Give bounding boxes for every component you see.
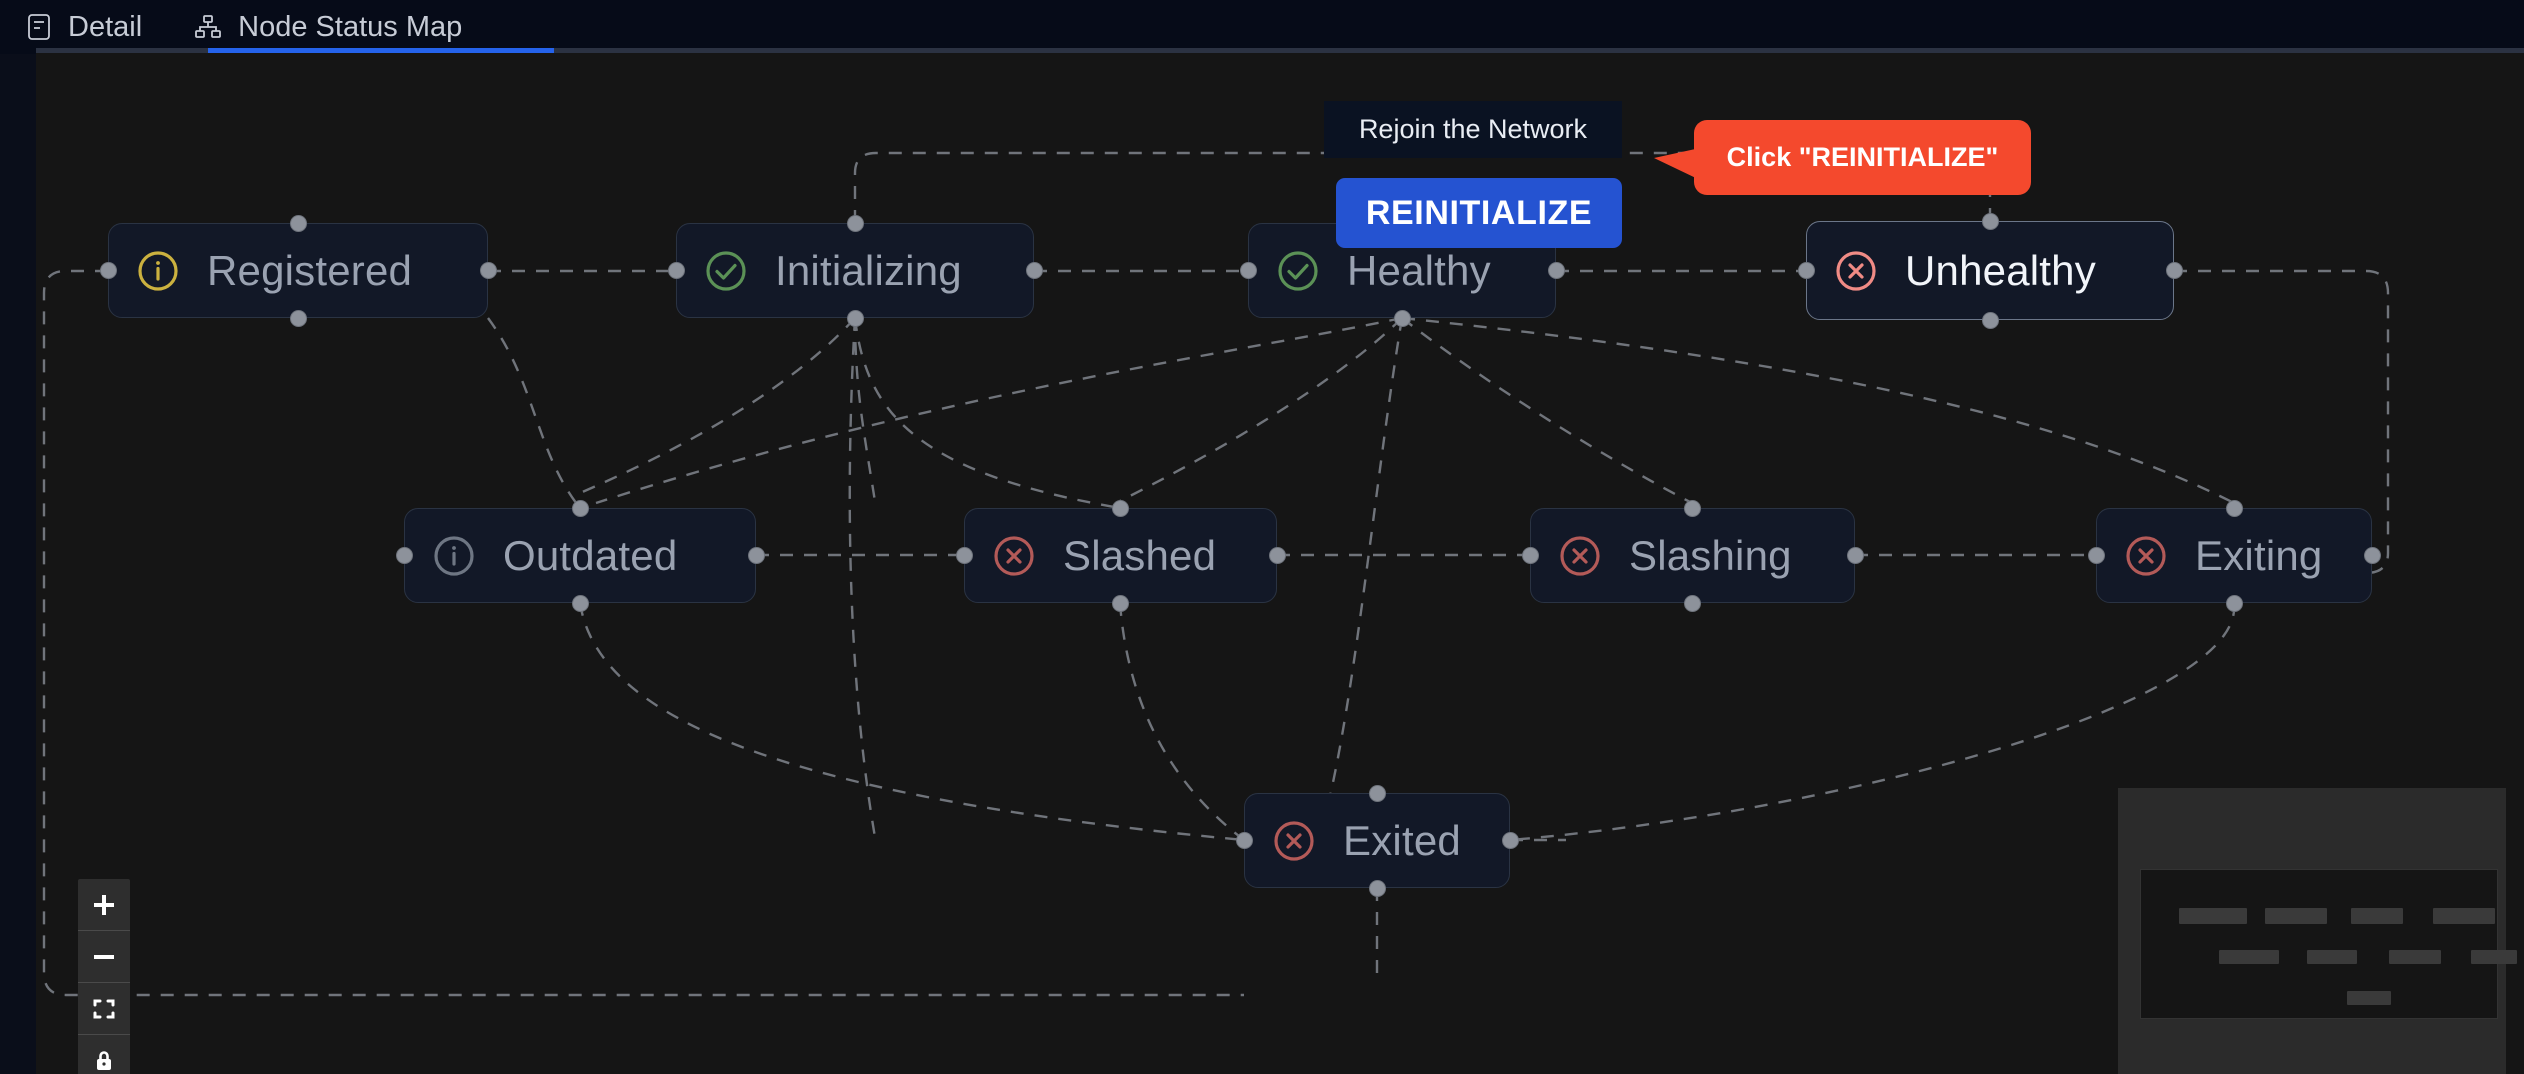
handle-slashing-left[interactable] [1521, 547, 1539, 564]
handle-registered-bottom[interactable] [289, 309, 307, 327]
minus-icon [94, 954, 114, 959]
handle-slashed-bottom[interactable] [1112, 594, 1129, 612]
x-circle-icon [1271, 818, 1317, 864]
handle-registered-top[interactable] [289, 214, 307, 232]
node-outdated-label: Outdated [503, 531, 678, 579]
handle-outdated-top[interactable] [571, 499, 589, 517]
handle-healthy-right[interactable] [1547, 262, 1565, 279]
instruction-callout-label: Click "REINITIALIZE" [1726, 142, 1999, 172]
minimap-node-1-1 [2307, 950, 2357, 964]
handle-exited-right[interactable] [1501, 832, 1519, 849]
x-circle-icon [991, 533, 1037, 579]
handle-slashed-left[interactable] [955, 547, 973, 564]
minimap[interactable] [2118, 788, 2517, 1074]
handle-exited-bottom[interactable] [1368, 879, 1386, 897]
handle-unhealthy-bottom[interactable] [1981, 311, 1999, 329]
node-healthy-label: Healthy [1347, 246, 1491, 294]
handle-outdated-bottom[interactable] [571, 594, 589, 612]
minimap-node-1-0 [2219, 950, 2279, 964]
minimap-node-2-0 [2347, 991, 2391, 1005]
node-exiting-label: Exiting [2195, 531, 2323, 579]
tab-detail[interactable]: Detail [0, 0, 168, 54]
minimap-node-1-2 [2389, 950, 2441, 964]
handle-slashed-right[interactable] [1268, 547, 1286, 564]
node-exiting[interactable]: Exiting [2096, 508, 2372, 603]
node-outdated[interactable]: Outdated [404, 508, 756, 603]
minimap-node-1-3 [2471, 950, 2517, 964]
zoom-controls [78, 879, 130, 1074]
handle-slashing-bottom[interactable] [1684, 594, 1701, 612]
minimap-viewport-mask [2140, 869, 2517, 1019]
hierarchy-icon [194, 14, 222, 40]
handle-initializing-top[interactable] [846, 214, 864, 232]
reinitialize-button-label: REINITIALIZE [1365, 193, 1593, 232]
node-slashed[interactable]: Slashed [964, 508, 1277, 603]
node-registered[interactable]: Registered [108, 223, 488, 318]
instruction-callout: Click "REINITIALIZE" [1694, 120, 2031, 195]
tab-detail-label: Detail [68, 10, 143, 43]
node-initializing-label: Initializing [775, 246, 962, 294]
x-circle-icon [1833, 248, 1879, 294]
handle-slashing-top[interactable] [1684, 499, 1701, 517]
handle-unhealthy-right[interactable] [2165, 262, 2183, 279]
node-unhealthy-label: Unhealthy [1905, 246, 2096, 294]
minimap-node-0-0 [2179, 908, 2247, 924]
handle-registered-left[interactable] [99, 262, 117, 279]
node-unhealthy[interactable]: Unhealthy [1806, 221, 2174, 320]
handle-exited-top[interactable] [1368, 784, 1386, 802]
tab-node-status-map-label: Node Status Map [238, 10, 463, 43]
lock-icon [97, 1051, 111, 1070]
tab-bar: Detail Node Status Map [0, 0, 2524, 54]
node-slashed-label: Slashed [1063, 531, 1217, 579]
handle-initializing-bottom[interactable] [846, 309, 864, 327]
check-circle-icon [1275, 248, 1321, 294]
handle-outdated-left[interactable] [395, 547, 413, 564]
handle-unhealthy-top[interactable] [1981, 212, 1999, 230]
lock-button[interactable] [78, 1035, 130, 1074]
handle-exiting-top[interactable] [2225, 499, 2243, 517]
handle-initializing-right[interactable] [1025, 262, 1043, 279]
handle-unhealthy-left[interactable] [1797, 262, 1815, 279]
check-circle-icon [703, 248, 749, 294]
document-icon [26, 13, 52, 41]
info-circle-icon [431, 533, 477, 579]
node-registered-label: Registered [207, 246, 413, 294]
handle-registered-right[interactable] [479, 262, 497, 279]
zoom-out-button[interactable] [78, 931, 130, 983]
info-circle-icon [135, 248, 181, 294]
node-exited[interactable]: Exited [1244, 793, 1510, 888]
handle-exited-left[interactable] [1235, 832, 1253, 849]
node-initializing[interactable]: Initializing [676, 223, 1034, 318]
x-circle-icon [2123, 533, 2169, 579]
node-slashing-label: Slashing [1629, 531, 1792, 579]
handle-exiting-right[interactable] [2363, 547, 2381, 564]
handle-slashing-right[interactable] [1846, 547, 1864, 564]
handle-healthy-left[interactable] [1239, 262, 1257, 279]
fit-view-icon [93, 999, 115, 1018]
handle-exiting-left[interactable] [2087, 547, 2105, 564]
x-circle-icon [1557, 533, 1603, 579]
handle-exiting-bottom[interactable] [2225, 594, 2243, 612]
plus-icon [94, 894, 114, 915]
minimap-node-0-1 [2265, 908, 2327, 924]
minimap-node-0-3 [2433, 908, 2495, 924]
handle-healthy-bottom[interactable] [1393, 309, 1411, 327]
fit-view-button[interactable] [78, 983, 130, 1035]
handle-initializing-left[interactable] [667, 262, 685, 279]
node-slashing[interactable]: Slashing [1530, 508, 1855, 603]
zoom-in-button[interactable] [78, 879, 130, 931]
handle-outdated-right[interactable] [747, 547, 765, 564]
reinitialize-button[interactable]: REINITIALIZE [1336, 178, 1622, 248]
handle-slashed-top[interactable] [1112, 499, 1129, 517]
node-exited-label: Exited [1343, 816, 1461, 864]
minimap-node-0-2 [2351, 908, 2403, 924]
reinitialize-tooltip: Rejoin the Network [1324, 101, 1622, 158]
reinitialize-tooltip-label: Rejoin the Network [1358, 114, 1588, 144]
node-status-map-canvas[interactable]: Registered Initializing Healthy Unhealthy Ou… [36, 53, 2524, 1074]
tab-node-status-map[interactable]: Node Status Map [168, 0, 488, 54]
